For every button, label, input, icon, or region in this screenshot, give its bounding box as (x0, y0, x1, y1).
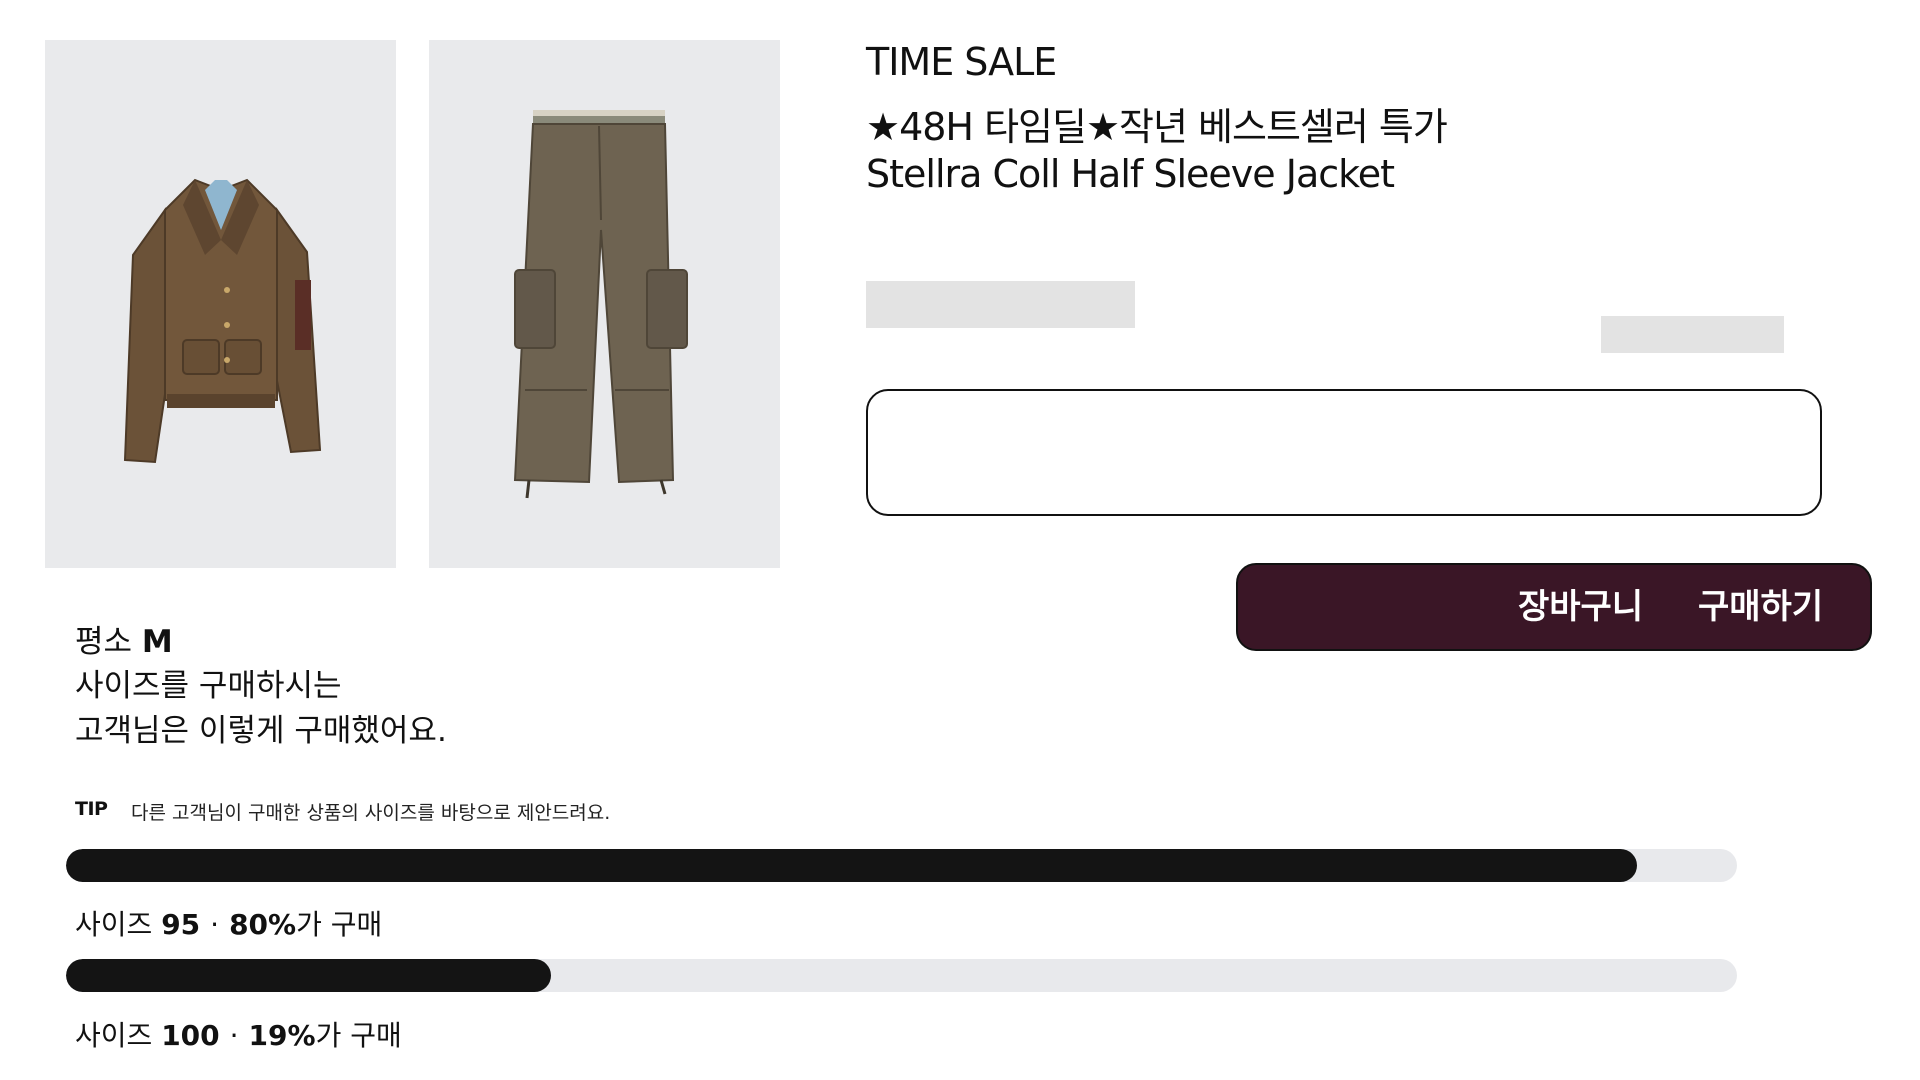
recommendation-line-2: 사이즈를 구매하시는 (75, 668, 342, 704)
info-placeholder (1601, 316, 1784, 353)
product-image-jacket[interactable] (45, 40, 396, 568)
usual-size-line: 평소 M (75, 616, 173, 661)
size-value: 100 (161, 1019, 220, 1052)
separator-dot: · (229, 1019, 239, 1052)
size-prefix: 사이즈 (75, 1019, 162, 1052)
promo-line: ★48H 타임딜★작년 베스트셀러 특가 (866, 105, 1448, 149)
pants-illustration (513, 110, 688, 499)
size-95-share-bar (66, 849, 1737, 882)
size-prefix: 사이즈 (75, 908, 162, 941)
size-95-share-fill (66, 849, 1637, 882)
sale-label: TIME SALE (866, 40, 1057, 84)
size-value: 95 (161, 908, 201, 941)
tip-label: TIP (75, 798, 108, 820)
size-100-share-fill (66, 959, 551, 992)
buy-now-button[interactable]: 구매하기 (1698, 565, 1823, 649)
product-title: Stellra Coll Half Sleeve Jacket (866, 152, 1395, 196)
usual-size-prefix: 평소 (75, 624, 142, 660)
recommendation-line-3: 고객님은 이렇게 구매했어요. (75, 713, 447, 749)
size-100-share-bar (66, 959, 1737, 992)
purchase-action-bar: 장바구니 구매하기 (1236, 563, 1872, 651)
tip-text: 다른 고객님이 구매한 상품의 사이즈를 바탕으로 제안드려요. (131, 802, 611, 824)
size-100-label: 사이즈 100 · 19%가 구매 (75, 1014, 402, 1054)
usual-size-value: M (141, 624, 173, 660)
purchase-percent: 80% (229, 908, 297, 941)
purchase-suffix: 가 구매 (315, 1019, 402, 1052)
product-image-pants[interactable] (429, 40, 780, 568)
size-95-label: 사이즈 95 · 80%가 구매 (75, 903, 382, 943)
price-placeholder (866, 281, 1135, 328)
purchase-percent: 19% (248, 1019, 316, 1052)
separator-dot: · (210, 908, 220, 941)
option-select-box[interactable] (866, 389, 1822, 516)
jacket-illustration (123, 178, 322, 464)
add-to-cart-button[interactable]: 장바구니 (1518, 565, 1643, 649)
purchase-suffix: 가 구매 (296, 908, 383, 941)
